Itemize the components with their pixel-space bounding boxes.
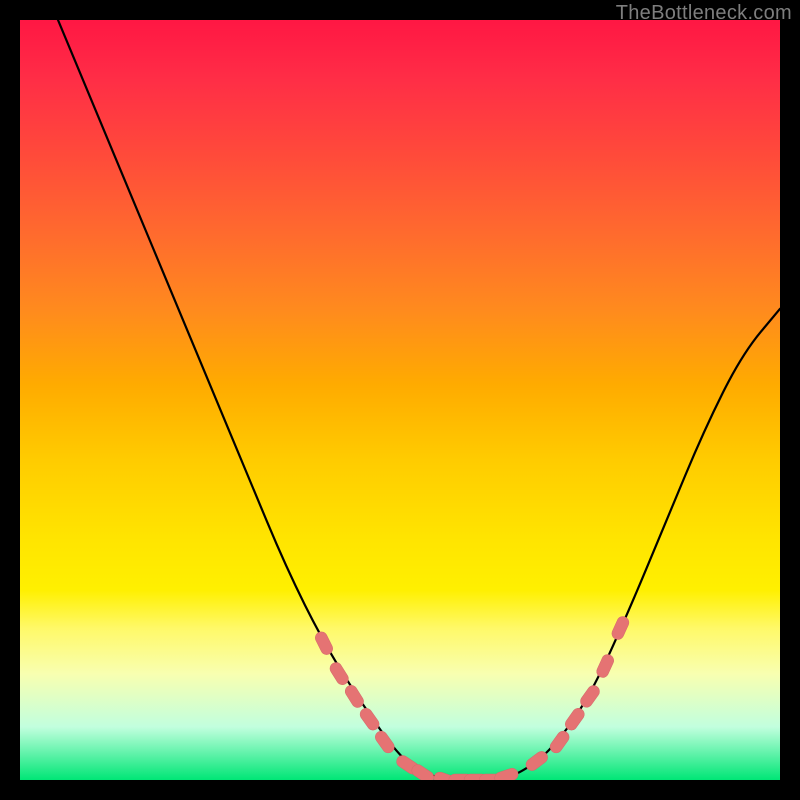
watermark-text: TheBottleneck.com <box>616 2 792 25</box>
chart-container: TheBottleneck.com <box>0 0 800 800</box>
plot-background-gradient <box>20 20 780 780</box>
